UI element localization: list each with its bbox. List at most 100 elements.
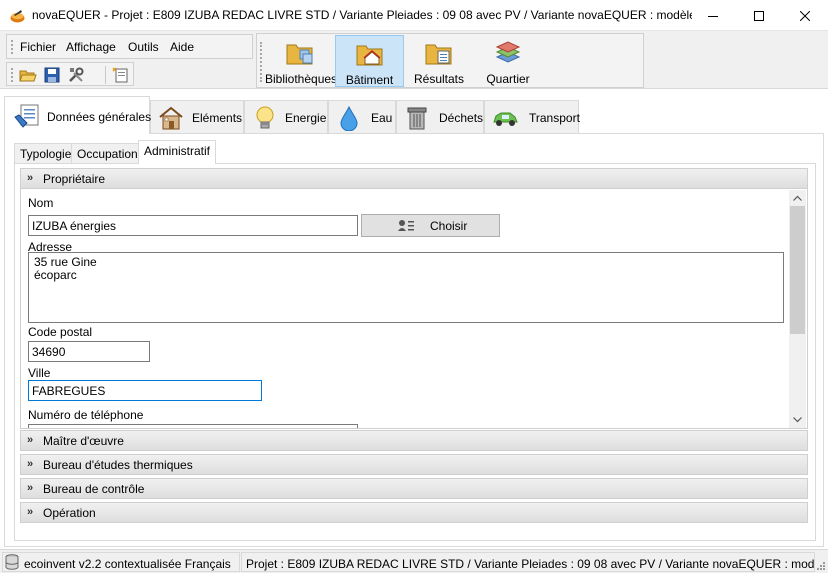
choisir-button[interactable]: Choisir <box>361 214 500 237</box>
scroll-down-button[interactable] <box>789 412 806 428</box>
tab-transport-label: Transport <box>529 111 580 125</box>
ville-label: Ville <box>28 366 51 380</box>
tab-elements-label: Eléments <box>192 111 243 125</box>
status-bar: ecoinvent v2.2 contextualisée Français P… <box>0 549 828 573</box>
tab-donnees-generales-label: Données générales <box>47 110 152 124</box>
status-project-label: Projet : E809 IZUBA REDAC LIVRE STD / Va… <box>246 557 815 571</box>
tab-dechets[interactable]: Déchets <box>396 100 484 133</box>
maximize-button[interactable] <box>736 0 782 31</box>
house-icon <box>159 106 183 130</box>
car-icon <box>493 112 518 126</box>
section-maitre-oeuvre-label: Maître d'œuvre <box>43 434 124 448</box>
tab-eau-label: Eau <box>371 111 393 125</box>
close-icon <box>800 10 810 21</box>
batiment-label: Bâtiment <box>345 73 394 87</box>
window-title: novaEQUER - Projet : E809 IZUBA REDAC LI… <box>32 8 692 22</box>
general-data-icon <box>14 104 39 128</box>
section-operation-header[interactable]: » Opération <box>20 502 808 523</box>
close-button[interactable] <box>782 0 828 31</box>
new-document-icon[interactable] <box>111 66 129 84</box>
code-postal-label: Code postal <box>28 325 93 339</box>
telephone-label: Numéro de téléphone <box>28 408 144 422</box>
nom-label: Nom <box>28 196 54 210</box>
maximize-icon <box>754 10 764 21</box>
nom-input[interactable] <box>28 215 358 236</box>
menu-bar: Fichier Affichage Outils Aide <box>6 34 253 59</box>
lightbulb-icon <box>256 106 274 129</box>
toolbar-area: Fichier Affichage Outils Aide Bibliothèq… <box>0 31 828 89</box>
status-database: ecoinvent v2.2 contextualisée Français <box>2 552 240 572</box>
results-folder-icon <box>425 44 452 65</box>
module-toolbar-grip[interactable] <box>260 42 263 82</box>
section-operation-label: Opération <box>43 506 96 520</box>
menu-grip[interactable] <box>11 40 14 54</box>
tab-administratif[interactable]: Administratif <box>138 140 217 164</box>
menu-aide[interactable]: Aide <box>170 40 194 54</box>
title-bar: novaEQUER - Projet : E809 IZUBA REDAC LI… <box>0 0 828 31</box>
bibliotheques-button[interactable]: Bibliothèques <box>265 35 338 87</box>
choisir-label: Choisir <box>430 219 468 233</box>
section-bureau-controle-label: Bureau de contrôle <box>43 482 145 496</box>
status-database-label: ecoinvent v2.2 contextualisée Français <box>24 557 231 571</box>
section-bureau-etudes-thermiques-header[interactable]: » Bureau d'études thermiques <box>20 454 808 475</box>
toolbar-separator <box>105 66 106 84</box>
trash-bin-icon <box>407 107 427 130</box>
expand-chevron-icon: » <box>27 434 34 446</box>
section-proprietaire-header[interactable]: » Propriétaire <box>20 168 808 189</box>
telephone-input[interactable] <box>28 424 358 428</box>
scroll-up-button[interactable] <box>789 190 806 206</box>
menu-outils[interactable]: Outils <box>128 40 159 54</box>
app-icon <box>10 10 25 23</box>
toolbar-grip[interactable] <box>11 68 14 82</box>
tab-elements[interactable]: Eléments <box>150 100 244 133</box>
collapse-chevron-icon: » <box>27 172 34 184</box>
tab-typologie[interactable]: Typologie <box>14 143 78 163</box>
expand-chevron-icon: » <box>27 482 34 494</box>
water-drop-icon <box>340 105 358 131</box>
tab-transport[interactable]: Transport <box>484 100 580 133</box>
contact-card-icon <box>398 220 414 231</box>
main-tab-bar: Données générales Eléments Energie Eau D… <box>4 96 824 134</box>
tab-dechets-label: Déchets <box>439 111 484 125</box>
section-proprietaire-label: Propriétaire <box>43 172 106 186</box>
open-folder-icon[interactable] <box>19 66 37 84</box>
database-icon <box>5 554 19 570</box>
tab-energie[interactable]: Energie <box>244 100 328 133</box>
code-postal-input[interactable] <box>28 341 150 362</box>
scroll-thumb[interactable] <box>790 206 805 334</box>
module-toolbar: Bibliothèques Bâtiment Résultats Quartie… <box>256 33 644 88</box>
tab-eau[interactable]: Eau <box>328 100 396 133</box>
library-folder-icon <box>286 44 313 65</box>
expand-chevron-icon: » <box>27 506 34 518</box>
save-icon[interactable] <box>43 66 61 84</box>
section-maitre-oeuvre-header[interactable]: » Maître d'œuvre <box>20 430 808 451</box>
resultats-label: Résultats <box>413 72 465 86</box>
bibliotheques-label: Bibliothèques <box>265 72 338 86</box>
batiment-button[interactable]: Bâtiment <box>335 35 404 87</box>
expand-chevron-icon: » <box>27 458 34 470</box>
district-layers-icon <box>495 41 521 63</box>
resize-grip-icon[interactable] <box>816 561 826 571</box>
menu-affichage[interactable]: Affichage <box>66 40 116 54</box>
resultats-button[interactable]: Résultats <box>405 35 473 87</box>
menu-fichier[interactable]: Fichier <box>20 40 56 54</box>
section-bureau-controle-header[interactable]: » Bureau de contrôle <box>20 478 808 499</box>
tab-energie-label: Energie <box>285 111 327 125</box>
tab-occupation[interactable]: Occupation <box>71 143 144 163</box>
chevron-up-icon <box>793 195 802 201</box>
building-folder-icon <box>356 45 382 66</box>
vertical-scrollbar[interactable] <box>789 190 806 428</box>
tab-donnees-generales[interactable]: Données générales <box>4 96 152 134</box>
status-project: Projet : E809 IZUBA REDAC LIVRE STD / Va… <box>241 552 815 572</box>
adresse-textarea[interactable]: 35 rue Gine écoparc <box>28 252 784 323</box>
ville-input[interactable] <box>28 380 262 401</box>
minimize-button[interactable] <box>690 0 736 31</box>
quartier-label: Quartier <box>486 72 530 86</box>
minimize-icon <box>708 15 718 17</box>
section-bureau-etudes-thermiques-label: Bureau d'études thermiques <box>43 458 193 472</box>
quartier-button[interactable]: Quartier <box>475 35 541 87</box>
quick-toolbar <box>6 62 134 86</box>
tools-icon[interactable] <box>67 66 85 84</box>
section-proprietaire-body: Nom Choisir Adresse 35 rue Gine écoparc … <box>20 189 808 429</box>
chevron-down-icon <box>793 417 802 423</box>
